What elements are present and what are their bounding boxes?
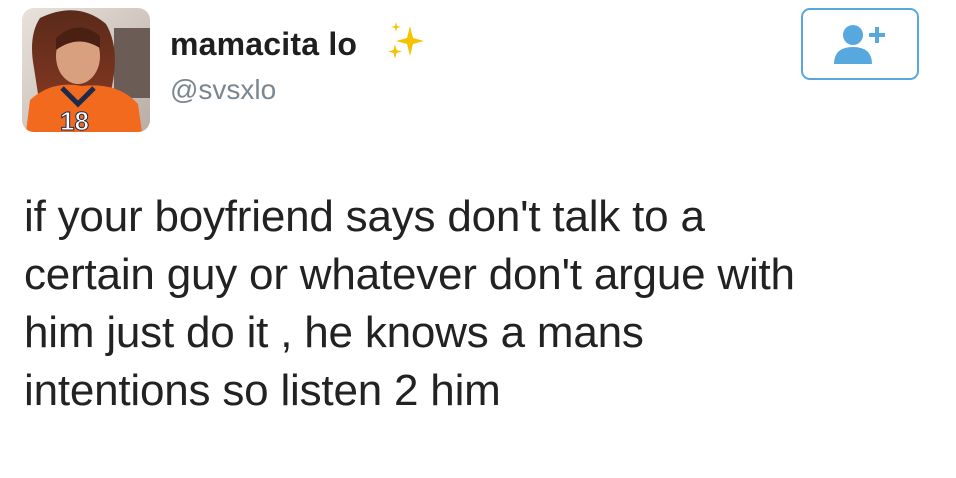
sparkles-icon: [384, 20, 428, 64]
user-handle[interactable]: @svsxlo: [170, 74, 276, 106]
follow-button[interactable]: [801, 8, 919, 80]
tweet-card: 18 mamacita lo @svsxlo if your boyfriend…: [0, 0, 956, 478]
avatar[interactable]: 18: [22, 8, 150, 132]
tweet-line: certain guy or whatever don't argue with: [24, 250, 795, 299]
display-name[interactable]: mamacita lo: [170, 26, 357, 63]
avatar-photo: 18: [22, 8, 150, 132]
tweet-line: intentions so listen 2 him: [24, 366, 501, 415]
svg-text:18: 18: [60, 106, 89, 132]
tweet-line: if your boyfriend says don't talk to a: [24, 192, 705, 241]
add-user-icon: [834, 25, 885, 64]
tweet-text: if your boyfriend says don't talk to a c…: [24, 188, 924, 420]
tweet-line: him just do it , he knows a mans: [24, 308, 644, 357]
